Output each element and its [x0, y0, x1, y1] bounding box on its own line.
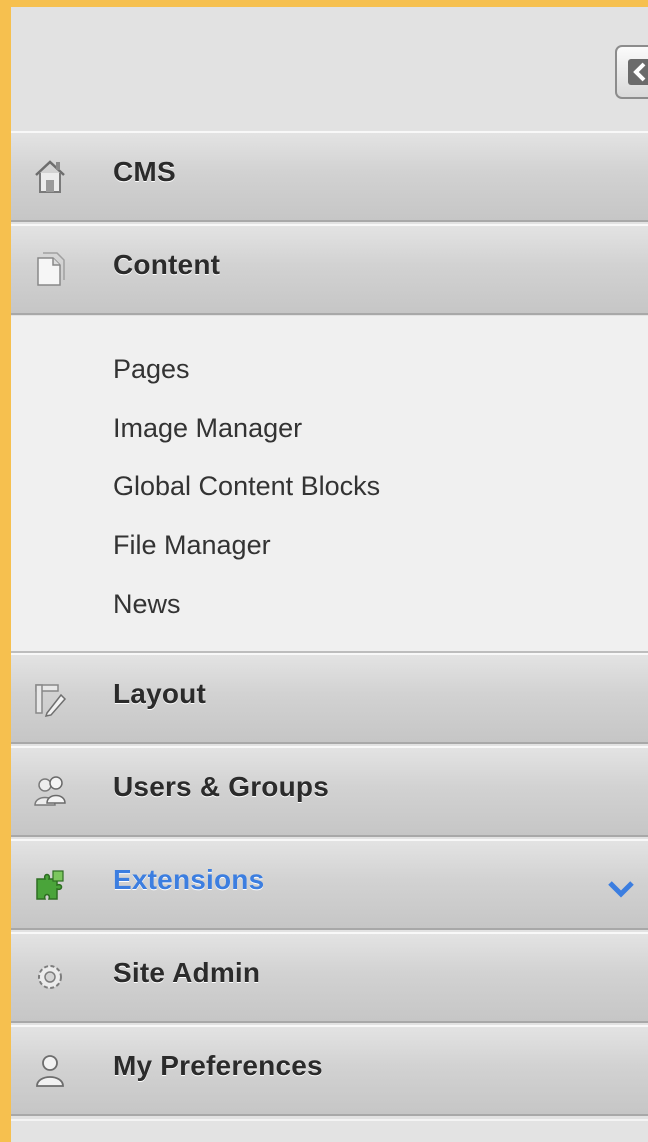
- layout-icon: [35, 684, 67, 717]
- users-icon: [34, 776, 66, 806]
- nav-section-site-admin[interactable]: Site Admin: [11, 932, 648, 1023]
- collapse-sidebar-button[interactable]: [615, 45, 648, 99]
- sidebar-footer: [11, 1119, 648, 1142]
- document-icon: [37, 252, 65, 286]
- nav-section-label: Users & Groups: [113, 771, 329, 802]
- nav-section-cms[interactable]: CMS: [11, 131, 648, 222]
- nav-section-label: Content: [113, 249, 221, 280]
- nav-section-label: CMS: [113, 156, 176, 187]
- chevron-down-icon: [608, 881, 634, 898]
- content-submenu: Pages Image Manager Global Content Block…: [11, 316, 648, 653]
- submenu-item-image-manager[interactable]: Image Manager: [113, 413, 302, 444]
- nav-section-extensions[interactable]: Extensions: [11, 839, 648, 930]
- nav-section-label: My Preferences: [113, 1050, 323, 1081]
- submenu-item-pages[interactable]: Pages: [113, 354, 190, 385]
- home-icon: [35, 160, 65, 193]
- puzzle-icon: [36, 870, 64, 900]
- arrow-left-icon: [628, 59, 648, 85]
- nav-section-content[interactable]: Content: [11, 224, 648, 315]
- gear-icon: [38, 965, 62, 989]
- nav-section-label: Layout: [113, 678, 206, 709]
- nav-section-label: Extensions: [113, 864, 265, 895]
- admin-sidebar: CMS Content Pages Image Manager Global C…: [11, 7, 648, 1142]
- sidebar-header: [11, 7, 648, 131]
- submenu-item-file-manager[interactable]: File Manager: [113, 530, 271, 561]
- nav-section-my-preferences[interactable]: My Preferences: [11, 1025, 648, 1116]
- nav-section-layout[interactable]: Layout: [11, 653, 648, 744]
- nav-section-label: Site Admin: [113, 957, 261, 988]
- nav-section-users-groups[interactable]: Users & Groups: [11, 746, 648, 837]
- submenu-item-news[interactable]: News: [113, 589, 181, 620]
- submenu-item-global-content-blocks[interactable]: Global Content Blocks: [113, 471, 380, 502]
- user-icon: [36, 1055, 64, 1087]
